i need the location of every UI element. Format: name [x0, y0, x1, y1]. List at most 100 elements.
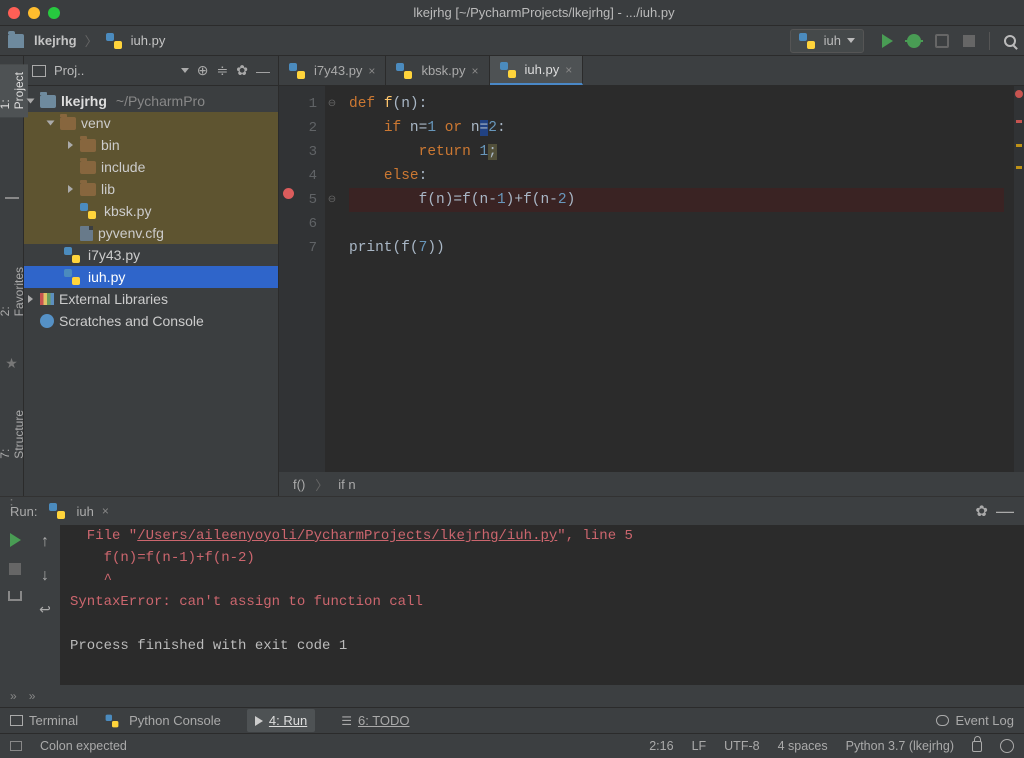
- collapse-icon[interactable]: ≑: [217, 62, 229, 79]
- tree-include[interactable]: include: [24, 156, 278, 178]
- close-icon[interactable]: ×: [472, 64, 479, 78]
- python-icon: [799, 33, 815, 49]
- python-icon: [106, 33, 122, 49]
- minimize-icon[interactable]: [28, 7, 40, 19]
- rail-structure[interactable]: 7: Structure: [0, 402, 28, 467]
- gutter[interactable]: 1234 5 67: [279, 86, 325, 472]
- up-icon[interactable]: ↑: [41, 533, 49, 551]
- tab-kbsk[interactable]: kbsk.py ×: [386, 56, 489, 85]
- run-toolbar-left: [0, 525, 30, 685]
- editor-breadcrumb[interactable]: f() 〉 if n: [279, 472, 1024, 496]
- code-text[interactable]: def f(n): if n=1 or n=2: return 1; else:…: [339, 86, 1014, 472]
- chevron-down-icon: [847, 38, 855, 43]
- python-icon: [49, 503, 65, 519]
- rail-project[interactable]: 1: Project: [0, 64, 28, 117]
- project-panel-header: Proj.. ⊕ ≑ ✿ —: [24, 56, 278, 86]
- python-icon: [64, 247, 80, 263]
- run-coverage-button[interactable]: [935, 34, 949, 48]
- cursor-position[interactable]: 2:16: [649, 739, 673, 753]
- close-icon[interactable]: [8, 7, 20, 19]
- search-button[interactable]: [1004, 35, 1016, 47]
- folder-icon: [8, 34, 24, 48]
- tree-bin[interactable]: bin: [24, 134, 278, 156]
- interpreter[interactable]: Python 3.7 (lkejrhg): [846, 739, 954, 753]
- titlebar: lkejrhg [~/PycharmProjects/lkejrhg] - ..…: [0, 0, 1024, 26]
- breadcrumb-file[interactable]: iuh.py: [131, 33, 166, 48]
- target-icon[interactable]: ⊕: [197, 62, 209, 79]
- run-toolbar-mid: ↑ ↓ ↩: [30, 525, 60, 685]
- rail-icon[interactable]: [5, 197, 19, 199]
- run-label: Run:: [10, 504, 37, 519]
- hide-icon[interactable]: —: [256, 63, 270, 79]
- tab-iuh[interactable]: iuh.py ×: [490, 56, 584, 85]
- rail-favorites[interactable]: 2: Favorites: [0, 259, 28, 324]
- error-mark[interactable]: [1016, 120, 1022, 123]
- python-icon: [80, 203, 96, 219]
- expand-icon[interactable]: »: [29, 689, 36, 703]
- tree-kbsk[interactable]: kbsk.py: [24, 200, 278, 222]
- folder-icon: [80, 161, 96, 174]
- tree-iuh[interactable]: iuh.py: [24, 266, 278, 288]
- run-header: Run: iuh × ✿ —: [0, 497, 1024, 525]
- bottom-tabs: Terminal Python Console 4: Run ☰ 6: TODO…: [0, 707, 1024, 733]
- chevron-down-icon[interactable]: [47, 121, 55, 126]
- star-icon: ★: [5, 355, 18, 372]
- tree-ext-libs[interactable]: External Libraries: [24, 288, 278, 310]
- hide-icon[interactable]: —: [996, 501, 1014, 522]
- tree-lib[interactable]: lib: [24, 178, 278, 200]
- window-controls: [8, 7, 60, 19]
- tree-scratches[interactable]: Scratches and Console: [24, 310, 278, 332]
- python-icon: [289, 63, 305, 79]
- wrap-icon[interactable]: ↩: [39, 601, 51, 618]
- run-button[interactable]: [882, 34, 893, 48]
- tree-pyvenv[interactable]: pyvenv.cfg: [24, 222, 278, 244]
- error-summary-icon[interactable]: [1015, 90, 1023, 98]
- tree-i7y43[interactable]: i7y43.py: [24, 244, 278, 266]
- chevron-right-icon[interactable]: [68, 141, 73, 149]
- debug-button[interactable]: [907, 34, 921, 48]
- stop-button[interactable]: [963, 35, 975, 47]
- tree-root[interactable]: lkejrhg ~/PycharmPro: [24, 90, 278, 112]
- indent[interactable]: 4 spaces: [778, 739, 828, 753]
- editor: i7y43.py × kbsk.py × iuh.py × 1234 5 67 …: [279, 56, 1024, 496]
- warning-mark[interactable]: [1016, 166, 1022, 169]
- console-output[interactable]: File "/Users/aileenyoyoli/PycharmProject…: [60, 525, 1024, 685]
- encoding[interactable]: UTF-8: [724, 739, 759, 753]
- editor-tabs: i7y43.py × kbsk.py × iuh.py ×: [279, 56, 1024, 86]
- tab-i7y43[interactable]: i7y43.py ×: [279, 56, 386, 85]
- python-icon: [64, 269, 80, 285]
- code-area[interactable]: 1234 5 67 ⊖⊖ def f(n): if n=1 or n=2: re…: [279, 86, 1024, 472]
- rerun-button[interactable]: [10, 533, 21, 547]
- lock-icon[interactable]: [972, 741, 982, 752]
- file-icon: [80, 226, 93, 241]
- expand-icon[interactable]: »: [10, 689, 17, 703]
- run-panel: Run: iuh × ✿ — ↑ ↓ ↩ File "/Users/aileen…: [0, 496, 1024, 707]
- project-tree: lkejrhg ~/PycharmPro venv bin include li…: [24, 86, 278, 496]
- close-icon[interactable]: ×: [368, 64, 375, 78]
- close-icon[interactable]: ×: [102, 504, 109, 518]
- run-config-name[interactable]: iuh: [76, 504, 93, 519]
- line-ending[interactable]: LF: [692, 739, 707, 753]
- gear-icon[interactable]: ✿: [975, 502, 988, 520]
- gear-icon[interactable]: ✿: [236, 62, 248, 79]
- error-stripe[interactable]: [1014, 86, 1024, 472]
- left-rail: 1: Project 2: Favorites ★ 7: Structure ⋮: [0, 56, 24, 496]
- breakpoint-icon[interactable]: [283, 188, 294, 199]
- fold-gutter[interactable]: ⊖⊖: [325, 86, 339, 472]
- windows-icon[interactable]: [10, 741, 22, 751]
- tree-venv[interactable]: venv: [24, 112, 278, 134]
- chevron-right-icon[interactable]: [28, 295, 33, 303]
- chevron-down-icon[interactable]: [27, 99, 35, 104]
- maximize-icon[interactable]: [48, 7, 60, 19]
- inspector-icon[interactable]: [1000, 739, 1014, 753]
- stop-button[interactable]: [9, 563, 21, 575]
- chevron-right-icon[interactable]: [68, 185, 73, 193]
- down-icon[interactable]: ↓: [41, 567, 49, 585]
- close-icon[interactable]: ×: [565, 63, 572, 77]
- warning-mark[interactable]: [1016, 144, 1022, 147]
- project-panel-title[interactable]: Proj..: [54, 63, 173, 78]
- layout-icon[interactable]: [8, 591, 22, 601]
- run-config-dropdown[interactable]: iuh: [790, 29, 864, 53]
- chevron-down-icon[interactable]: [181, 68, 189, 73]
- breadcrumb-project[interactable]: lkejrhg: [34, 33, 77, 48]
